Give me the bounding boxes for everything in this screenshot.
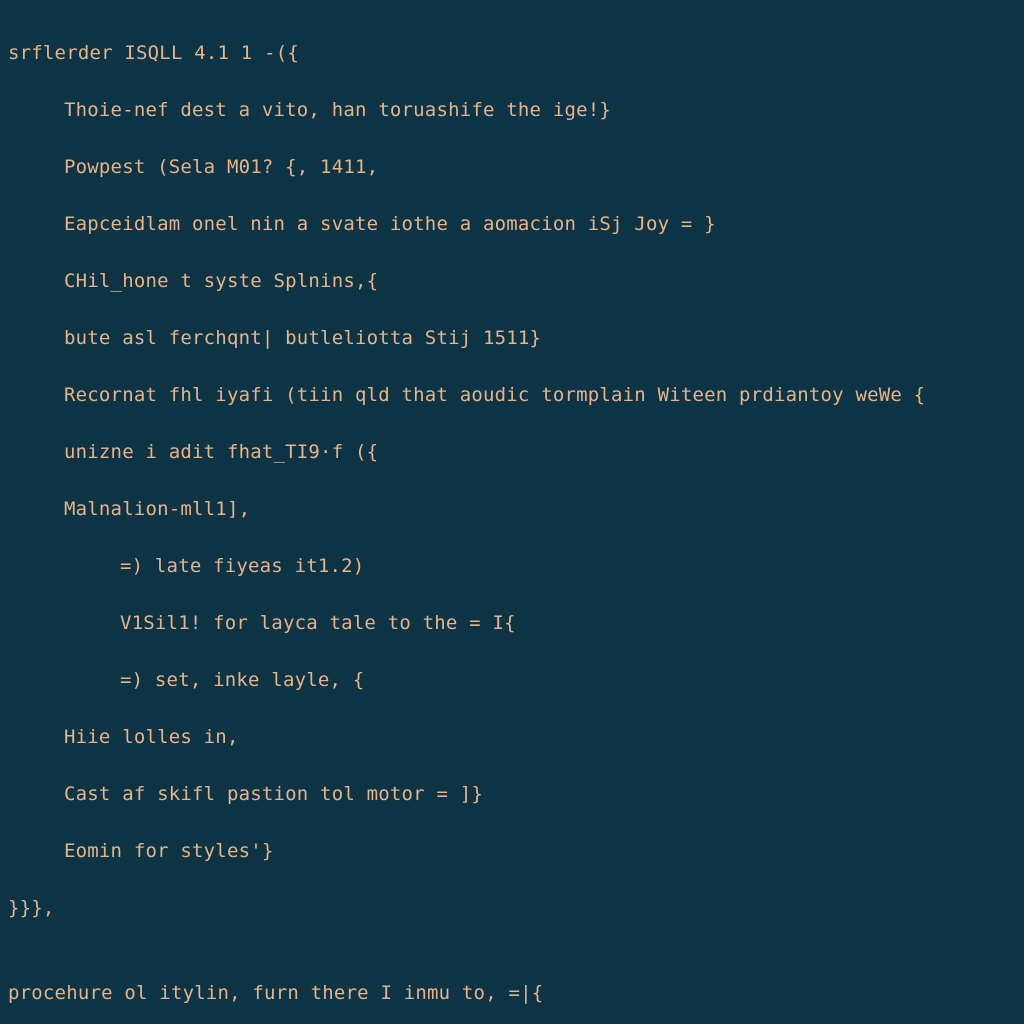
code-line: Recornat fhl iyafi (tiin qld that aoudic… bbox=[8, 381, 1016, 410]
code-line: procehure ol itylin, furn there I inmu t… bbox=[8, 979, 1016, 1008]
code-line: Eapceidlam onel nin a svate iothe a aoma… bbox=[8, 210, 1016, 239]
code-line: bute asl ferchqnt| butleliotta Stij 1511… bbox=[8, 324, 1016, 353]
code-line: Cast af skifl pastion tol motor = ]} bbox=[8, 780, 1016, 809]
code-line: Eomin for styles'} bbox=[8, 837, 1016, 866]
code-line: =) set, inke layle, { bbox=[8, 666, 1016, 695]
code-line: Malnalion-mll1], bbox=[8, 495, 1016, 524]
code-line: unizne i adit fhat_TI9·f ({ bbox=[8, 438, 1016, 467]
code-line: Hiie lolles in, bbox=[8, 723, 1016, 752]
code-editor[interactable]: srflerder ISQLL 4.1 1 -({ Thoie-nef dest… bbox=[0, 0, 1024, 1024]
code-line: CHil_hone t syste Splnins,{ bbox=[8, 267, 1016, 296]
code-line: Powpest (Sela M01? {, 1411, bbox=[8, 153, 1016, 182]
code-line: =) late fiyeas it1.2) bbox=[8, 552, 1016, 581]
code-line: Thoie-nef dest a vito, han toruashife th… bbox=[8, 96, 1016, 125]
code-line: }}}, bbox=[8, 894, 1016, 923]
code-line: srflerder ISQLL 4.1 1 -({ bbox=[8, 39, 1016, 68]
code-line: V1Sil1! for layca tale to the = I{ bbox=[8, 609, 1016, 638]
